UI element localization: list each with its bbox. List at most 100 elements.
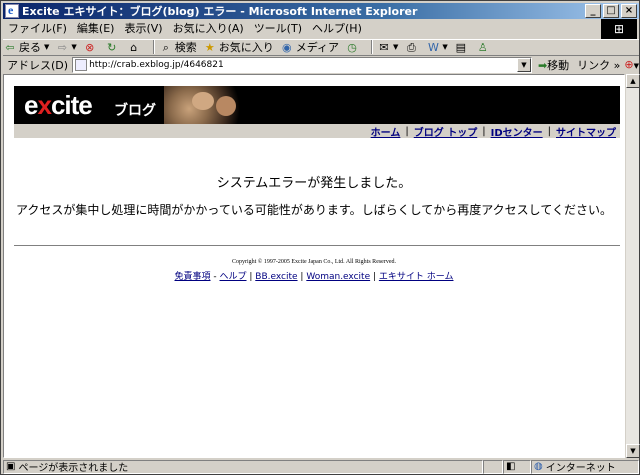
close-button[interactable]: × xyxy=(621,4,637,18)
logo-x-glyph: x xyxy=(37,90,52,120)
menu-tools[interactable]: ツール(T) xyxy=(249,20,307,36)
print-icon: ⎙ xyxy=(407,40,416,54)
status-text: ページが表示されました xyxy=(18,463,129,474)
mail-button[interactable]: ✉ ▼ xyxy=(377,41,398,54)
toolbar: ⇦ 戻る ▼ ⇨ ▼ ⊗ ↻ ⌂ ⌕ 検索 ★ お気に入り ◉ メディア ◷ ✉… xyxy=(3,39,639,54)
search-icon: ⌕ xyxy=(162,40,169,54)
refresh-button[interactable]: ↻ xyxy=(105,41,121,54)
forward-dropdown-icon[interactable]: ▼ xyxy=(71,43,76,51)
back-arrow-icon: ⇦ xyxy=(5,40,15,54)
nav-home-link[interactable]: ホーム xyxy=(371,124,401,139)
links-button[interactable]: リンク » xyxy=(577,57,620,73)
minimize-button[interactable]: _ xyxy=(585,4,601,18)
menu-favorites[interactable]: お気に入り(A) xyxy=(168,20,249,36)
status-zone-cell: ◍ インターネット xyxy=(531,459,639,474)
menu-file[interactable]: ファイル(F) xyxy=(3,20,72,36)
divider xyxy=(14,245,620,246)
footer-links: 免責事項 - ヘルプ | BB.excite | Woman.excite | … xyxy=(174,272,454,282)
messenger-icon: ♙ xyxy=(477,40,488,54)
menu-view[interactable]: 表示(V) xyxy=(119,20,167,36)
back-button[interactable]: ⇦ 戻る ▼ xyxy=(3,39,49,55)
window-title: Excite エキサイト：ブログ(blog) エラー - Microsoft I… xyxy=(22,5,418,18)
footer-woman-excite-link[interactable]: Woman.excite xyxy=(306,272,370,282)
site-banner: excite ブログ xyxy=(14,86,620,124)
stop-icon: ⊗ xyxy=(85,40,95,54)
windows-logo-icon: ⊞ xyxy=(601,19,637,39)
go-label: 移動 xyxy=(547,58,570,72)
search-button[interactable]: ⌕ 検索 xyxy=(159,39,197,55)
history-button[interactable]: ◷ xyxy=(345,41,361,54)
translate-icon: ⊕ xyxy=(624,58,634,71)
address-label: アドレス(D) xyxy=(7,58,69,72)
status-empty-cell xyxy=(483,459,503,474)
vertical-scrollbar[interactable]: ▲ ▼ xyxy=(625,74,640,458)
discuss-icon: ▤ xyxy=(455,40,466,54)
address-input[interactable]: http://crab.exblog.jp/4646821 ▼ xyxy=(72,56,532,73)
copyright-text: Copyright © 1997-2005 Excite Japan Co., … xyxy=(231,259,397,265)
nav-sitemap-link[interactable]: サイトマップ xyxy=(556,124,616,139)
footer-help-link[interactable]: ヘルプ xyxy=(220,272,247,282)
internet-globe-icon: ◍ xyxy=(534,461,543,472)
toolbar-separator xyxy=(152,40,155,54)
menu-help[interactable]: ヘルプ(H) xyxy=(307,20,367,36)
edit-icon: W xyxy=(427,40,439,54)
favorites-icon: ★ xyxy=(204,40,215,54)
error-message: アクセスが集中し処理に時間がかかっている可能性があります。しばらくしてから再度ア… xyxy=(16,203,612,217)
chevron-right-icon: » xyxy=(613,58,621,72)
nav-id-center-link[interactable]: IDセンター xyxy=(491,124,543,139)
links-label: リンク xyxy=(577,58,611,72)
edit-dropdown-icon[interactable]: ▼ xyxy=(442,43,447,51)
favorites-button[interactable]: ★ お気に入り xyxy=(203,39,274,55)
logo-text: excite xyxy=(24,90,93,120)
discuss-button[interactable]: ▤ xyxy=(454,41,470,54)
page-done-icon: ▣ xyxy=(6,461,16,472)
menu-bar: ファイル(F) 編集(E) 表示(V) お気に入り(A) ツール(T) ヘルプ(… xyxy=(3,20,639,36)
back-label: 戻る xyxy=(19,41,41,54)
status-privacy-cell[interactable]: ◧ xyxy=(503,459,531,474)
footer-disclaimer-link[interactable]: 免責事項 xyxy=(175,272,211,282)
footer-separator: - xyxy=(210,272,220,282)
site-nav: ホーム | ブログ トップ | IDセンター | サイトマップ xyxy=(14,124,620,139)
page-content: excite ブログ ホーム | ブログ トップ | IDセンター | サイトマ… xyxy=(3,74,625,458)
go-button[interactable]: ➡移動 xyxy=(538,57,569,73)
favorites-label: お気に入り xyxy=(218,41,274,54)
mail-icon: ✉ xyxy=(379,40,389,54)
translate-button[interactable]: ⊕▼ xyxy=(624,58,639,71)
translate-dropdown-icon[interactable]: ▼ xyxy=(634,62,639,70)
maximize-button[interactable]: □ xyxy=(603,4,619,18)
nav-separator: | xyxy=(482,125,486,137)
address-dropdown-icon[interactable]: ▼ xyxy=(516,57,531,72)
excite-logo[interactable]: excite xyxy=(24,90,93,121)
nav-separator: | xyxy=(547,125,551,137)
title-bar[interactable]: Excite エキサイト：ブログ(blog) エラー - Microsoft I… xyxy=(3,3,639,19)
refresh-icon: ↻ xyxy=(107,40,117,54)
messenger-button[interactable]: ♙ xyxy=(476,41,492,54)
print-button[interactable]: ⎙ xyxy=(404,41,420,54)
address-url[interactable]: http://crab.exblog.jp/4646821 xyxy=(89,60,224,70)
banner-photo xyxy=(164,86,248,124)
back-dropdown-icon[interactable]: ▼ xyxy=(44,43,49,51)
history-icon: ◷ xyxy=(347,40,357,54)
privacy-icon: ◧ xyxy=(506,461,516,472)
edit-button[interactable]: W ▼ xyxy=(426,40,448,54)
browser-window: Excite エキサイト：ブログ(blog) エラー - Microsoft I… xyxy=(0,0,640,475)
blog-logo-label: ブログ xyxy=(114,103,156,119)
scroll-up-button[interactable]: ▲ xyxy=(626,74,640,88)
home-icon: ⌂ xyxy=(130,40,138,54)
media-button[interactable]: ◉ メディア xyxy=(280,39,339,55)
footer-excite-home-link[interactable]: エキサイト ホーム xyxy=(379,272,454,282)
status-text-cell: ▣ ページが表示されました xyxy=(3,459,483,474)
stop-button[interactable]: ⊗ xyxy=(83,41,99,54)
mail-dropdown-icon[interactable]: ▼ xyxy=(393,43,398,51)
address-bar: アドレス(D) http://crab.exblog.jp/4646821 ▼ … xyxy=(3,55,639,73)
media-icon: ◉ xyxy=(281,40,292,54)
scroll-down-button[interactable]: ▼ xyxy=(626,444,640,458)
nav-blog-top-link[interactable]: ブログ トップ xyxy=(414,124,477,139)
zone-text: インターネット xyxy=(545,463,616,474)
status-bar: ▣ ページが表示されました ◧ ◍ インターネット xyxy=(3,459,639,474)
home-button[interactable]: ⌂ xyxy=(127,41,143,54)
go-arrow-icon: ➡ xyxy=(537,58,548,72)
forward-button[interactable]: ⇨ ▼ xyxy=(55,41,77,54)
menu-edit[interactable]: 編集(E) xyxy=(72,20,120,36)
footer-bb-excite-link[interactable]: BB.excite xyxy=(255,272,297,282)
